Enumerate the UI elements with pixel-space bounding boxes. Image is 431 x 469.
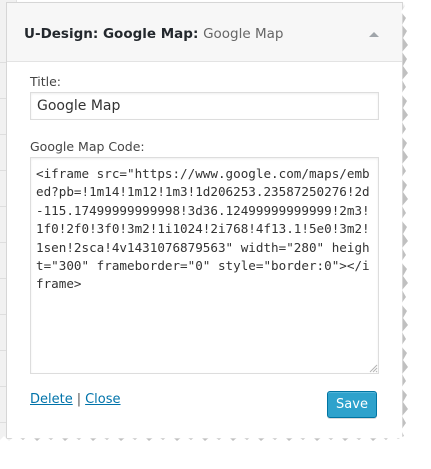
title-field-label: Title:	[30, 74, 61, 89]
widget-title-instance: Google Map	[203, 26, 284, 42]
link-separator: |	[76, 392, 82, 407]
widget-control-links: Delete | Close	[30, 392, 121, 407]
widget-title-separator: :	[192, 26, 204, 42]
widget-toggle-button[interactable]	[368, 30, 380, 38]
code-field-label: Google Map Code:	[30, 139, 145, 154]
title-input[interactable]	[30, 92, 379, 120]
save-button[interactable]: Save	[327, 391, 377, 418]
textarea-resize-handle[interactable]	[369, 364, 378, 373]
resize-grip-icon	[369, 364, 378, 373]
arrow-up-icon	[369, 32, 379, 37]
map-code-textarea[interactable]: <iframe src="https://www.google.com/maps…	[30, 157, 379, 374]
widget-title-main: U-Design: Google Map	[24, 26, 193, 42]
delete-link[interactable]: Delete	[30, 392, 73, 407]
widget-header[interactable]: U-Design: Google Map: Google Map	[7, 3, 402, 62]
close-link[interactable]: Close	[85, 392, 120, 407]
widget-panel: U-Design: Google Map: Google Map Title: …	[6, 2, 403, 439]
widget-title: U-Design: Google Map: Google Map	[24, 26, 283, 42]
